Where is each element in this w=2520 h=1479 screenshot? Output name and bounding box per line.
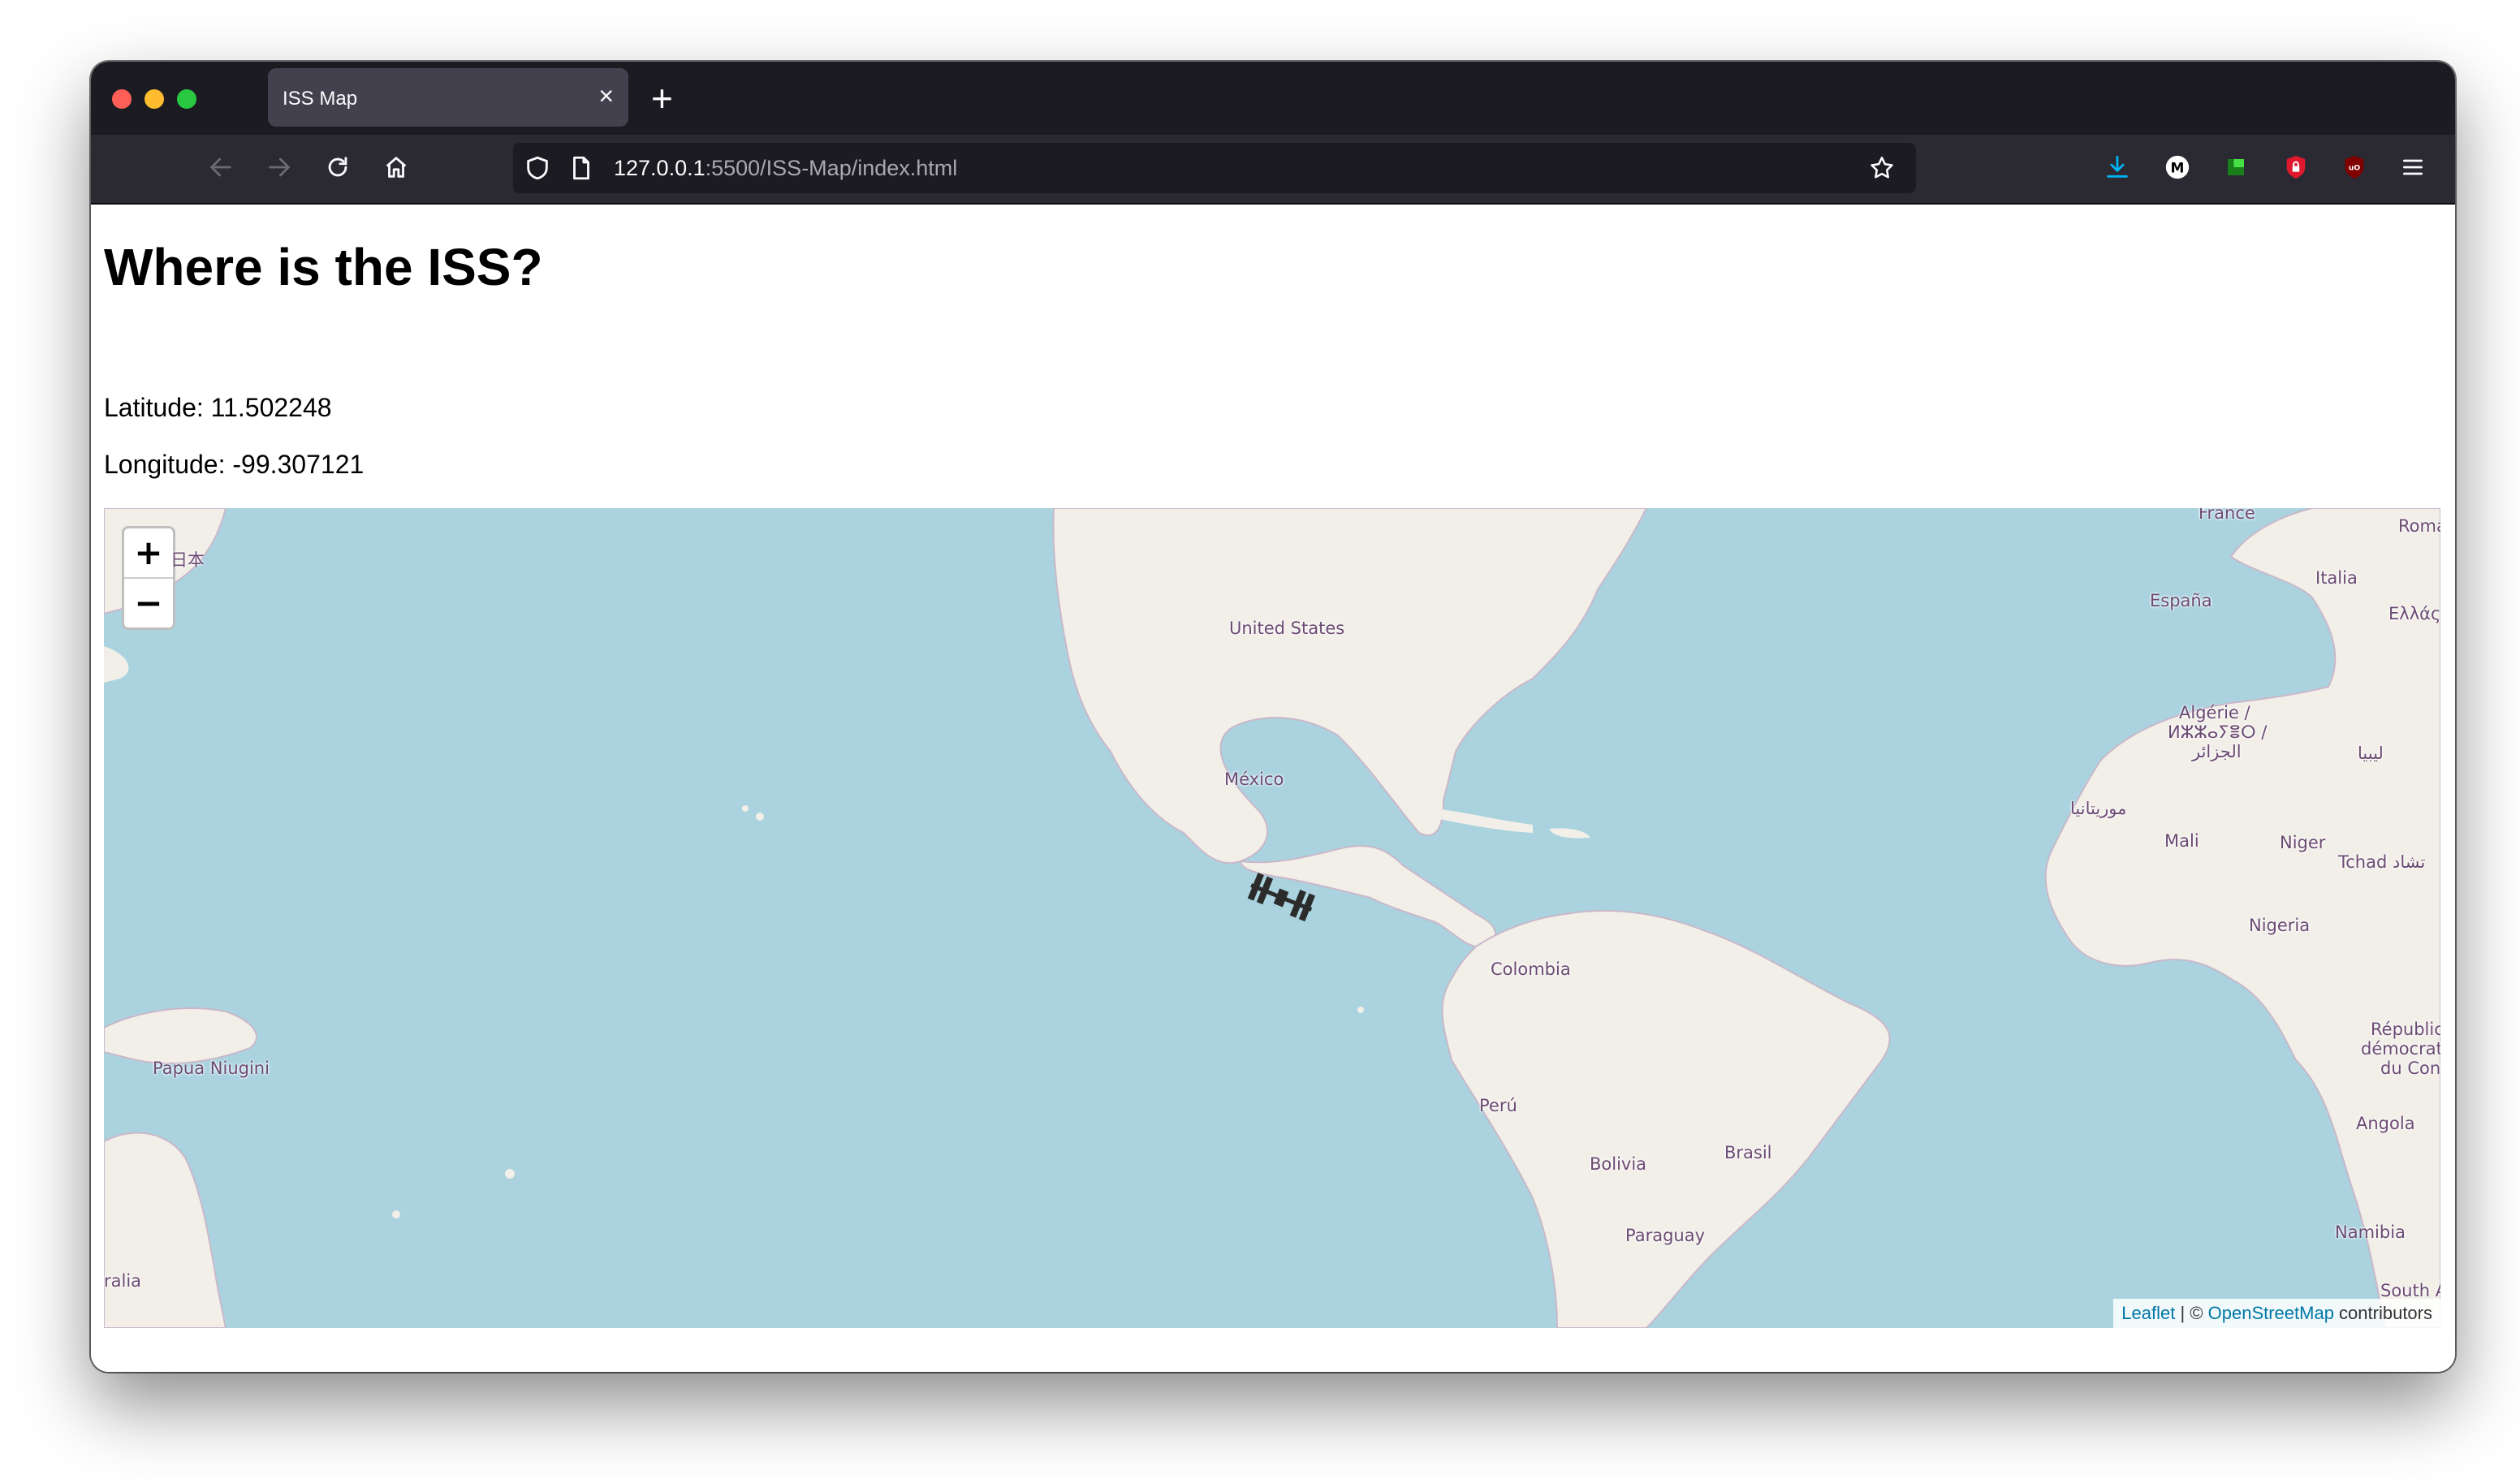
map-label-libya: ليبيا (2358, 744, 2384, 763)
tab-title: ISS Map (283, 88, 358, 110)
forward-arrow-icon[interactable] (261, 149, 297, 185)
leaflet-link[interactable]: Leaflet (2121, 1303, 2175, 1323)
map-label-france: France (2199, 508, 2255, 523)
browser-window: ISS Map × + 127.0.0.1:5500/ISS-Map/index… (91, 62, 2455, 1372)
map-label-roma: Roma (2398, 516, 2440, 536)
close-tab-icon[interactable]: × (598, 83, 614, 109)
map-attribution: Leaflet | © OpenStreetMap contributors (2113, 1299, 2440, 1328)
m-extension-icon[interactable]: M (2160, 149, 2195, 185)
tab-iss-map[interactable]: ISS Map × (268, 68, 628, 127)
url-path: :5500/ISS-Map/index.html (705, 156, 958, 180)
url-bar[interactable]: 127.0.0.1:5500/ISS-Map/index.html (513, 143, 1916, 193)
downloads-icon[interactable] (2099, 149, 2135, 185)
map-label-paraguay: Paraguay (1625, 1226, 1706, 1245)
map-label-greece: Ελλάς (2388, 604, 2440, 623)
ublock-icon[interactable]: uO (2337, 149, 2372, 185)
map-label-tchad: Tchad تشاد (2338, 852, 2426, 872)
map-label-espana: España (2150, 591, 2212, 610)
close-window-button[interactable] (112, 89, 132, 109)
map-label-japan: 日本 (170, 550, 205, 570)
minimize-window-button[interactable] (145, 89, 164, 109)
map-label-mexico: México (1224, 770, 1284, 789)
map-label-drc-1: Républic (2371, 1020, 2440, 1039)
hamburger-menu-icon[interactable] (2395, 149, 2431, 185)
map-label-drc-2: démocrat (2361, 1039, 2440, 1059)
map-label-united-states: United States (1229, 619, 1345, 638)
map-label-colombia: Colombia (1491, 959, 1571, 979)
map-label-mauritania: موريتانيا (2070, 799, 2127, 818)
new-tab-button[interactable]: + (651, 73, 673, 123)
map-label-nigeria: Nigeria (2249, 916, 2311, 935)
map-label-australia: ralia (104, 1271, 142, 1291)
map-label-south-africa: South A (2380, 1281, 2440, 1300)
url-text[interactable]: 127.0.0.1:5500/ISS-Map/index.html (614, 156, 957, 181)
shield-icon[interactable] (520, 150, 555, 186)
url-host: 127.0.0.1 (614, 156, 706, 180)
iss-map[interactable]: + − 日本 United States México Colombia Per… (104, 508, 2440, 1328)
map-label-algerie-3: الجزائر (2192, 742, 2242, 761)
green-extension-icon[interactable] (2218, 149, 2254, 185)
title-bar: ISS Map × + (91, 62, 2455, 135)
map-label-drc-3: du Con (2380, 1059, 2440, 1078)
map-label-mali: Mali (2164, 831, 2199, 851)
page-content: Where is the ISS? Latitude: 11.502248 Lo… (91, 205, 2455, 1372)
home-icon[interactable] (378, 149, 414, 185)
reload-icon[interactable] (320, 149, 356, 185)
map-label-algerie-2: ⵍⵣⵣⴰⵢⴻⵔ / (2168, 722, 2268, 742)
map-label-bolivia: Bolivia (1590, 1154, 1647, 1174)
map-label-peru: Perú (1479, 1096, 1517, 1115)
openstreetmap-link[interactable]: OpenStreetMap (2208, 1303, 2334, 1323)
attribution-separator: | © (2175, 1303, 2208, 1323)
map-label-angola: Angola (2356, 1114, 2415, 1133)
page-title: Where is the ISS? (104, 238, 543, 296)
map-label-niger: Niger (2280, 833, 2326, 852)
map-label-italia: Italia (2315, 568, 2358, 588)
svg-text:M: M (2171, 160, 2185, 176)
map-label-brasil: Brasil (1724, 1143, 1772, 1162)
map-label-algerie-1: Algérie / (2179, 703, 2250, 722)
zoom-control: + − (122, 526, 175, 630)
longitude-text: Longitude: -99.307121 (104, 450, 365, 479)
map-label-papua: Papua Niugini (153, 1059, 270, 1078)
zoom-out-button[interactable]: − (124, 579, 173, 627)
attribution-contributors: contributors (2333, 1303, 2432, 1323)
zoom-in-button[interactable]: + (124, 528, 173, 579)
back-arrow-icon[interactable] (203, 149, 239, 185)
iss-marker-icon[interactable] (1241, 872, 1322, 924)
latitude-text: Latitude: 11.502248 (104, 393, 332, 422)
map-label-namibia: Namibia (2335, 1222, 2406, 1242)
navigation-bar: 127.0.0.1:5500/ISS-Map/index.html M uO (91, 135, 2455, 205)
svg-text:uO: uO (2349, 164, 2361, 173)
lock-extension-icon[interactable] (2278, 149, 2314, 185)
maximize-window-button[interactable] (177, 89, 196, 109)
page-icon[interactable] (563, 150, 599, 186)
bookmark-star-icon[interactable] (1864, 150, 1900, 186)
